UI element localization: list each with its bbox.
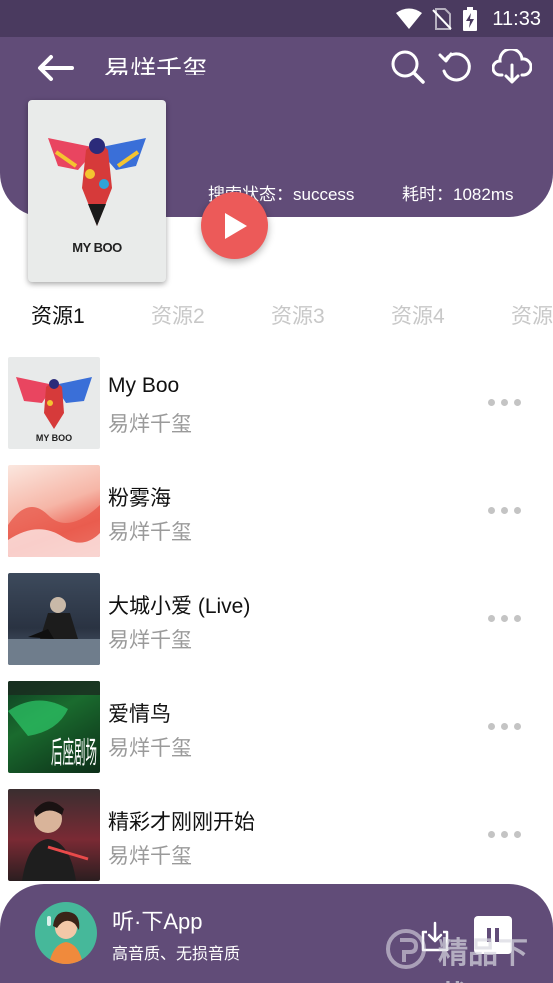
- album-cover-title: MY BOO: [72, 240, 122, 255]
- list-item[interactable]: 精彩才刚刚开始 易烊千玺: [0, 787, 553, 895]
- more-dot-icon: [514, 506, 521, 514]
- status-icons: 11:33: [396, 6, 541, 32]
- page-title: 易烊千玺: [104, 56, 209, 75]
- status-bar: 11:33: [0, 0, 553, 37]
- pink-wave-artwork-icon: [8, 505, 100, 557]
- more-options-button[interactable]: [488, 395, 526, 409]
- bird-artwork-icon: MY BOO: [16, 377, 92, 443]
- song-thumbnail: [8, 465, 100, 557]
- song-title: 粉雾海: [108, 487, 171, 510]
- tab-source-2[interactable]: 资源2: [151, 300, 205, 330]
- more-dot-icon: [488, 506, 495, 514]
- song-title: My Boo: [108, 374, 180, 397]
- song-artist: 易烊千玺: [108, 521, 192, 544]
- more-dot-icon: [501, 398, 508, 406]
- song-thumbnail: [8, 573, 100, 665]
- more-dot-icon: [488, 398, 495, 406]
- refresh-button[interactable]: [438, 49, 474, 85]
- more-dot-icon: [514, 722, 521, 730]
- tab-source-3[interactable]: 资源3: [271, 300, 325, 330]
- search-button[interactable]: [390, 49, 426, 85]
- search-icon: [391, 50, 425, 84]
- song-title: 爱情鸟: [108, 703, 171, 726]
- list-item[interactable]: 粉雾海 易烊千玺: [0, 463, 553, 571]
- list-item[interactable]: MY BOO My Boo 易烊千玺: [0, 355, 553, 463]
- city-artwork-icon: [8, 597, 100, 665]
- more-options-button[interactable]: [488, 611, 526, 625]
- song-artist: 易烊千玺: [108, 629, 192, 652]
- play-all-button[interactable]: [201, 192, 268, 259]
- more-dot-icon: [514, 614, 521, 622]
- more-options-button[interactable]: [488, 503, 526, 517]
- album-art-bird-icon: [48, 138, 146, 226]
- album-cover: MY BOO: [28, 100, 166, 282]
- song-list: MY BOO My Boo 易烊千玺 粉雾海 易烊千玺 大城小爱 (Live) …: [0, 355, 553, 895]
- back-button[interactable]: [36, 51, 80, 85]
- more-dot-icon: [514, 398, 521, 406]
- song-artist: 易烊千玺: [108, 413, 192, 436]
- song-title: 精彩才刚刚开始: [108, 811, 255, 834]
- cloud-download-button[interactable]: [491, 47, 533, 85]
- thumb-caption: MY BOO: [36, 433, 72, 443]
- song-artist: 易烊千玺: [108, 845, 192, 868]
- song-title: 大城小爱 (Live): [108, 595, 251, 618]
- more-dot-icon: [488, 722, 495, 730]
- more-dot-icon: [488, 614, 495, 622]
- more-dot-icon: [514, 830, 521, 838]
- more-options-button[interactable]: [488, 719, 526, 733]
- song-thumbnail: MY BOO: [8, 357, 100, 449]
- refresh-icon: [438, 52, 471, 82]
- player-avatar: [35, 902, 97, 964]
- portrait-artwork-icon: [22, 801, 89, 881]
- more-dot-icon: [501, 830, 508, 838]
- more-dot-icon: [501, 722, 508, 730]
- back-seat-theater-artwork-icon: 后座剧场: [8, 681, 100, 771]
- list-item[interactable]: 大城小爱 (Live) 易烊千玺: [0, 571, 553, 679]
- clock: 11:33: [492, 7, 541, 30]
- back-arrow-icon: [38, 55, 74, 81]
- more-dot-icon: [501, 506, 508, 514]
- avatar-girl-icon: [47, 911, 83, 964]
- song-thumbnail: [8, 789, 100, 881]
- list-item[interactable]: 后座剧场 爱情鸟 易烊千玺: [0, 679, 553, 787]
- song-artist: 易烊千玺: [108, 737, 192, 760]
- no-sim-icon: [432, 8, 453, 30]
- player-title: 听·下App: [112, 909, 203, 934]
- more-options-button[interactable]: [488, 827, 526, 841]
- wifi-icon: [396, 8, 423, 29]
- song-thumbnail: 后座剧场: [8, 681, 100, 773]
- tab-source-5[interactable]: 资源5: [511, 300, 553, 330]
- tab-source-1[interactable]: 资源1: [31, 300, 85, 330]
- tab-source-4[interactable]: 资源4: [391, 300, 445, 330]
- cloud-download-icon: [491, 47, 533, 84]
- player-subtitle: 高音质、无损音质: [112, 946, 241, 963]
- thumb-caption: 后座剧场: [51, 736, 97, 771]
- more-dot-icon: [501, 614, 508, 622]
- battery-charging-icon: [463, 7, 478, 31]
- play-icon: [224, 212, 247, 239]
- source-tabs: 资源1 资源2 资源3 资源4 资源5: [0, 300, 553, 334]
- more-dot-icon: [488, 830, 495, 838]
- elapsed-time-text: 耗时：1082ms: [402, 185, 514, 204]
- watermark-text: 精品下载: [438, 937, 528, 983]
